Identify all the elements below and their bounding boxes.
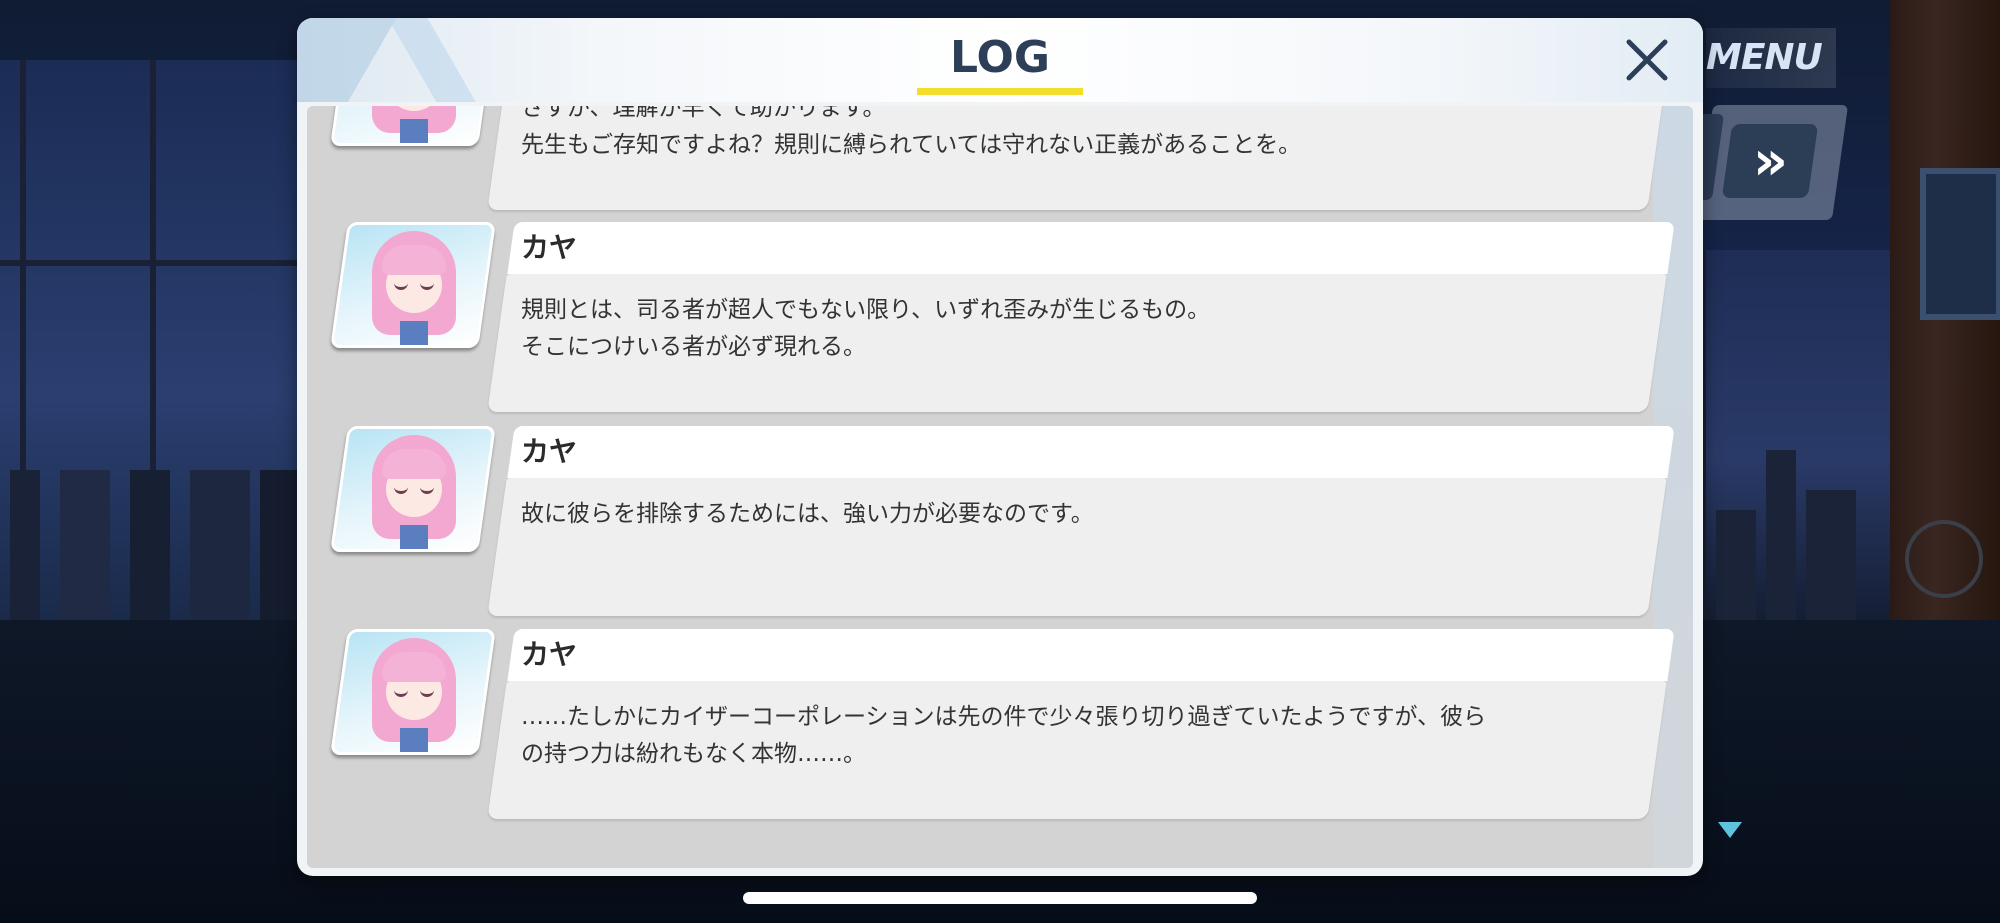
name-tab: [507, 426, 1675, 478]
next-indicator-icon: [1718, 822, 1742, 838]
log-entry: カヤ ……たしかにカイザーコーポレーションは先の件で少々張り切り過ぎていたようで…: [307, 629, 1693, 819]
name-tab: [507, 222, 1675, 274]
dialogue-text: さすが、理解が早くて助かります。 先生もご存知ですよね？規則に縛られていては守れ…: [521, 106, 1302, 158]
dialogue-text: ……たしかにカイザーコーポレーションは先の件で少々張り切り過ぎていたようですが、…: [521, 704, 1487, 767]
name-tab: [507, 629, 1675, 681]
speaker-name: カヤ: [521, 435, 578, 468]
skip-button[interactable]: »: [1721, 124, 1819, 198]
title-underline: [917, 88, 1083, 95]
character-avatar: [330, 629, 496, 755]
dialogue-text: 規則とは、司る者が超人でもない限り、いずれ歪みが生じるもの。 そこにつけいる者が…: [521, 297, 1211, 360]
log-entry: カヤ 規則とは、司る者が超人でもない限り、いずれ歪みが生じるもの。 そこにつけい…: [307, 222, 1693, 412]
globe-ornament: [1905, 520, 1983, 598]
city-skyline: [0, 470, 300, 630]
right-window: [1700, 250, 1896, 630]
close-button[interactable]: [1617, 30, 1677, 90]
character-avatar: [330, 426, 496, 552]
close-icon: [1626, 39, 1668, 81]
log-entry: カヤ 故に彼らを排除するためには、強い力が必要なのです。: [307, 426, 1693, 616]
speaker-name: カヤ: [521, 638, 578, 671]
log-entry: さすが、理解が早くて助かります。 先生もご存知ですよね？規則に縛られていては守れ…: [307, 106, 1693, 210]
fast-forward-icon: »: [1752, 129, 1788, 192]
home-indicator[interactable]: [743, 892, 1257, 904]
character-avatar: [330, 106, 496, 146]
character-avatar: [330, 222, 496, 348]
wall-picture-frame: [1920, 168, 2000, 320]
speaker-name: カヤ: [521, 231, 578, 264]
modal-header: LOG: [297, 18, 1703, 102]
dialogue-text: 故に彼らを排除するためには、強い力が必要なのです。: [521, 501, 1094, 527]
log-modal: LOG さすが、理解が早くて助かります。 先生もご存知ですよね？規則に縛られてい…: [297, 18, 1703, 876]
page-title: LOG: [950, 32, 1050, 83]
header-decoration: [337, 18, 487, 102]
menu-button[interactable]: MENU: [1706, 28, 1836, 88]
log-list[interactable]: さすが、理解が早くて助かります。 先生もご存知ですよね？規則に縛られていては守れ…: [307, 106, 1693, 868]
